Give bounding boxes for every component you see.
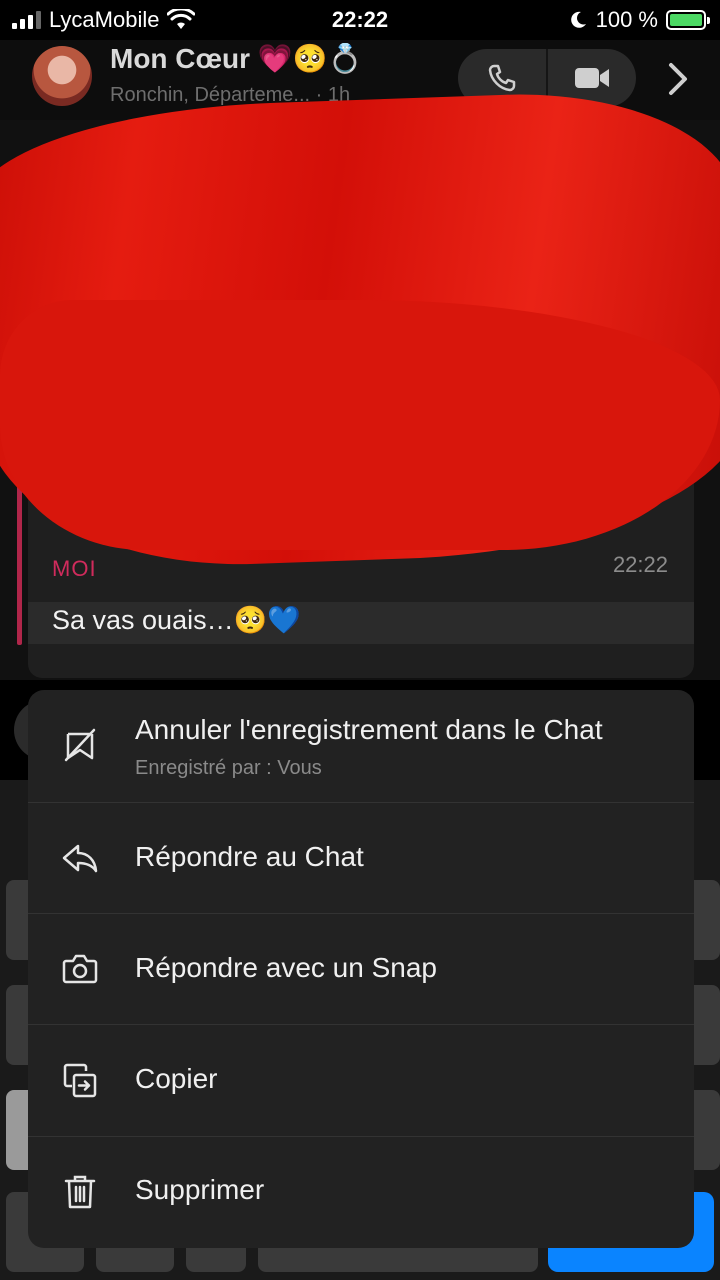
video-camera-icon [575, 68, 609, 88]
avatar[interactable] [32, 46, 92, 106]
message-text: Sa vas ouais…🥺💙 [52, 605, 301, 635]
camera-icon [58, 947, 102, 991]
battery-percent: 100 % [595, 7, 658, 32]
chat-name[interactable]: Mon Cœur 💗🥺💍 [110, 42, 362, 75]
menu-item-delete[interactable]: Supprimer [28, 1137, 694, 1248]
message-sender: MOI [52, 556, 97, 581]
menu-item-sublabel: Enregistré par : Vous [135, 757, 322, 779]
more-button[interactable] [662, 60, 694, 98]
moon-icon [570, 11, 586, 28]
menu-item-label: Annuler l'enregistrement dans le Chat [135, 714, 603, 745]
menu-item-copy[interactable]: Copier [28, 1025, 694, 1136]
menu-item-label: Supprimer [135, 1174, 265, 1205]
menu-item-label: Répondre au Chat [135, 841, 364, 872]
chevron-right-icon [669, 63, 687, 95]
message-time: 22:22 [612, 552, 668, 577]
status-bar: LycaMobile 22:22 100 % [0, 0, 720, 40]
redaction-scribble-lower [0, 300, 720, 550]
menu-item-reply-snap[interactable]: Répondre avec un Snap [28, 914, 694, 1024]
menu-item-label: Répondre avec un Snap [135, 952, 437, 983]
status-right: 100 % [568, 7, 710, 33]
menu-item-label: Copier [135, 1063, 218, 1094]
menu-item-reply-chat[interactable]: Répondre au Chat [28, 803, 694, 913]
unsave-icon [58, 722, 102, 766]
reply-icon [58, 836, 102, 880]
menu-item-unsave[interactable]: Annuler l'enregistrement dans le Chat En… [28, 690, 694, 802]
context-menu: Annuler l'enregistrement dans le Chat En… [28, 690, 694, 1248]
phone-icon [488, 64, 516, 92]
battery-icon [666, 10, 710, 30]
trash-icon [58, 1170, 102, 1214]
copy-icon [58, 1059, 102, 1103]
